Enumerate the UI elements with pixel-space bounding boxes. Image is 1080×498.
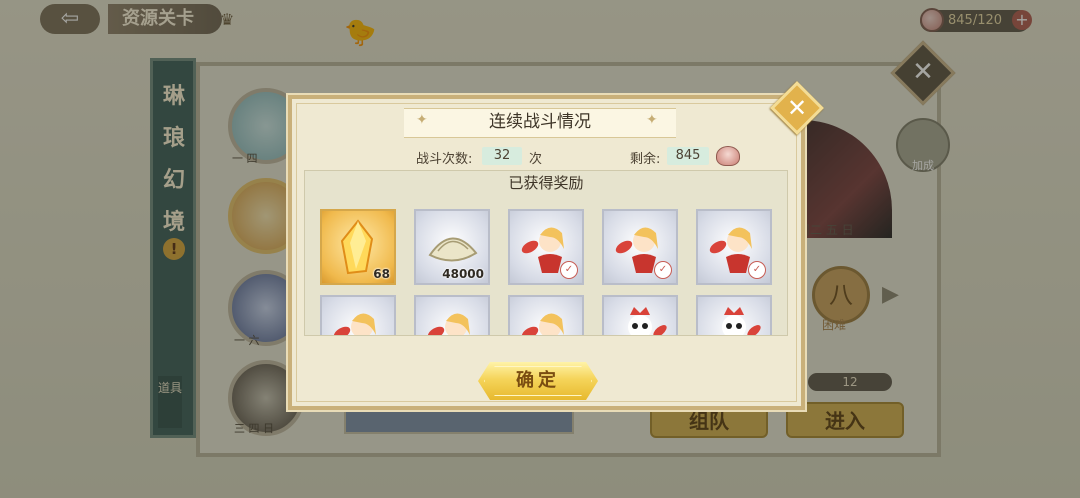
reward-item[interactable]: ✓ [602, 209, 678, 285]
reward-item[interactable]: ✓ [508, 209, 584, 285]
sparkle-icon: ✦ [646, 112, 658, 128]
fragment-badge-icon: ✓ [560, 261, 578, 279]
reward-item[interactable]: ✓ [696, 209, 772, 285]
remaining-label: 剩余: [630, 152, 661, 167]
ration-icon [716, 146, 740, 166]
dialog-title: 连续战斗情况 [489, 112, 591, 132]
reward-item[interactable] [602, 295, 678, 335]
confirm-button[interactable]: 确定 [478, 362, 598, 400]
rooster-character-icon [628, 307, 667, 335]
reward-item[interactable] [508, 295, 584, 335]
item-quantity: 68 [373, 267, 390, 281]
battle-count-value: 32 [482, 147, 522, 165]
remaining-value: 845 [667, 147, 709, 165]
rewards-panel: 68 48000 ✓ ✓ ✓ [304, 170, 788, 336]
sparkle-icon: ✦ [416, 112, 428, 128]
close-icon[interactable]: ✕ [778, 89, 816, 127]
reward-item[interactable] [696, 295, 772, 335]
fragment-badge-icon: ✓ [654, 261, 672, 279]
character-fragment-icon [333, 313, 376, 335]
item-quantity: 48000 [442, 267, 484, 281]
battle-count-unit: 次 [529, 152, 543, 167]
reward-item[interactable] [414, 295, 490, 335]
battle-count-label: 战斗次数: [416, 152, 473, 167]
fragment-badge-icon: ✓ [748, 261, 766, 279]
character-fragment-icon [427, 313, 470, 335]
reward-item[interactable]: 68 [320, 209, 396, 285]
confirm-label: 确定 [516, 370, 560, 391]
rooster-character-icon [722, 307, 761, 335]
rewards-header: 已获得奖励 [508, 174, 584, 192]
reward-item[interactable] [320, 295, 396, 335]
character-fragment-icon [521, 313, 564, 335]
reward-item[interactable]: 48000 [414, 209, 490, 285]
